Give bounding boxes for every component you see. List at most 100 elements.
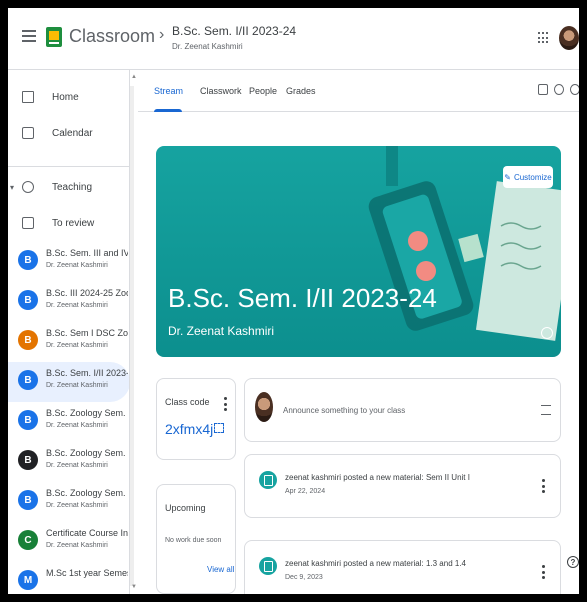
sidebar-class-item[interactable]: B B.Sc. Zoology Sem. I/II 202... Dr. Zeena… (8, 442, 129, 482)
upcoming-card: Upcoming No work due soon View all (156, 484, 236, 594)
sidebar-class-item[interactable]: B B.Sc. Zoology Sem. III/ IV 2... Dr. Zeen… (8, 402, 129, 442)
scroll-down-icon[interactable]: ▼ (131, 584, 137, 590)
chevron-down-icon[interactable]: ▾ (10, 183, 14, 192)
customize-label: Customize (513, 172, 552, 182)
top-bar: Classroom › B.Sc. Sem. I/II 2023-24 Dr. … (8, 8, 579, 70)
sidebar-item-label: To review (52, 217, 95, 229)
class-code-label: Class code (165, 397, 210, 407)
class-avatar-badge: B (18, 290, 38, 310)
sidebar-class-item[interactable]: C Certificate Course In Verm... Dr. Zeenat… (8, 522, 129, 562)
customize-button[interactable]: ✎ Customize (503, 166, 553, 188)
breadcrumb-separator: › (159, 26, 165, 43)
announce-placeholder[interactable]: Announce something to your class (283, 406, 405, 415)
review-folder-icon (22, 217, 34, 229)
sidebar-item-home[interactable]: Home (8, 86, 129, 108)
material-icon (259, 471, 277, 489)
main-menu-icon[interactable] (22, 30, 36, 42)
sidebar-scrollbar[interactable] (130, 86, 134, 586)
class-name: B.Sc. Sem I DSC Zoology P... (46, 328, 128, 338)
class-name: B.Sc. Sem. I/II 2023-24 (46, 368, 128, 378)
banner-class-title: B.Sc. Sem. I/II 2023-24 (168, 283, 437, 313)
class-name: B.Sc. Sem. III and IV 2024-... (46, 248, 128, 258)
sidebar-item-label: Calendar (52, 127, 93, 139)
tab-classwork[interactable]: Classwork (200, 86, 242, 96)
account-avatar[interactable] (559, 26, 579, 50)
announce-box[interactable]: Announce something to your class (244, 378, 561, 442)
class-name: Certificate Course In Verm... (46, 528, 128, 538)
classroom-logo-icon[interactable] (46, 27, 62, 47)
class-owner: Dr. Zeenat Kashmiri (46, 502, 108, 509)
tab-people[interactable]: People (249, 86, 277, 96)
settings-gear-icon[interactable] (570, 84, 579, 95)
sidebar-class-item[interactable]: B B.Sc. Sem. I/II 2023-24 Dr. Zeenat Kashm… (8, 362, 129, 402)
class-owner: Dr. Zeenat Kashmiri (46, 542, 108, 549)
sidebar-item-label: Teaching (52, 181, 93, 193)
main-content: Stream Classwork People Grades B.Sc. Sem… (138, 70, 579, 594)
info-icon[interactable] (541, 327, 553, 339)
class-avatar-badge: B (18, 250, 38, 270)
calendar-icon[interactable] (538, 84, 548, 95)
post-title: zeenat kashmiri posted a new material: S… (285, 473, 470, 482)
sidebar-class-item[interactable]: M M.Sc 1st year Semester III (8, 562, 129, 594)
help-icon[interactable]: ? (567, 556, 579, 568)
sidebar-divider (8, 166, 129, 167)
google-apps-icon[interactable] (538, 32, 550, 44)
breadcrumb-class-title[interactable]: B.Sc. Sem. I/II 2023-24 (172, 24, 296, 38)
avatar (255, 392, 273, 422)
class-owner: Dr. Zeenat Kashmiri (46, 342, 108, 349)
view-all-link[interactable]: View all (207, 565, 234, 574)
class-name: B.Sc. III 2024-25 Zoology (46, 288, 128, 298)
breadcrumb-class-owner: Dr. Zeenat Kashmiri (172, 42, 243, 51)
class-owner: Dr. Zeenat Kashmiri (46, 382, 108, 389)
class-avatar-badge: B (18, 330, 38, 350)
banner-class-owner: Dr. Zeenat Kashmiri (168, 324, 275, 338)
sidebar-item-calendar[interactable]: Calendar (8, 122, 129, 144)
sidebar-class-item[interactable]: B B.Sc. Sem. III and IV 2024-... Dr. Zeena… (8, 242, 129, 282)
active-tab-indicator (154, 109, 182, 112)
class-name: B.Sc. Zoology Sem. I/II 202... (46, 448, 128, 458)
class-owner: Dr. Zeenat Kashmiri (46, 422, 108, 429)
class-owner: Dr. Zeenat Kashmiri (46, 462, 108, 469)
people-icon (22, 181, 34, 193)
class-banner: B.Sc. Sem. I/II 2023-24 Dr. Zeenat Kashm… (156, 146, 561, 357)
class-avatar-badge: M (18, 570, 38, 590)
sidebar-item-label: Home (52, 91, 79, 103)
upcoming-empty-text: No work due soon (165, 537, 222, 544)
post-date: Apr 22, 2024 (285, 488, 326, 495)
sidebar-class-item[interactable]: B B.Sc. III 2024-25 Zoology Dr. Zeenat Kas… (8, 282, 129, 322)
class-name: B.Sc. Zoology Sem. III/ IV 2... (46, 408, 128, 418)
class-code-value[interactable]: 2xfmx4j (165, 421, 213, 437)
tab-stream[interactable]: Stream (154, 86, 183, 96)
more-options-icon[interactable] (541, 565, 545, 579)
pencil-icon: ✎ (504, 172, 511, 182)
more-options-icon[interactable] (223, 397, 227, 411)
sidebar-class-item[interactable]: B B.Sc. Zoology Sem. V/VI 20... Dr. Zeenat… (8, 482, 129, 522)
stream-post[interactable]: zeenat kashmiri posted a new material: S… (244, 454, 561, 518)
class-avatar-badge: B (18, 370, 38, 390)
drive-folder-icon[interactable] (554, 84, 564, 95)
sidebar: Home Calendar ▾ Teaching To review B B.Sc… (8, 70, 130, 594)
tab-grades[interactable]: Grades (286, 86, 316, 96)
classroom-window: Classroom › B.Sc. Sem. I/II 2023-24 Dr. … (8, 8, 579, 594)
class-avatar-badge: B (18, 450, 38, 470)
sidebar-item-teaching[interactable]: ▾ Teaching (8, 176, 129, 198)
calendar-icon (22, 127, 34, 139)
more-options-icon[interactable] (541, 479, 545, 493)
sidebar-item-to-review[interactable]: To review (8, 212, 129, 234)
fullscreen-icon[interactable] (214, 423, 224, 433)
upcoming-title: Upcoming (165, 503, 206, 513)
sidebar-class-item[interactable]: B B.Sc. Sem I DSC Zoology P... Dr. Zeenat … (8, 322, 129, 362)
class-avatar-badge: B (18, 410, 38, 430)
class-owner: Dr. Zeenat Kashmiri (46, 262, 108, 269)
material-icon (259, 557, 277, 575)
stream-post[interactable]: zeenat kashmiri posted a new material: 1… (244, 540, 561, 594)
app-title[interactable]: Classroom (69, 26, 155, 47)
scroll-up-icon[interactable]: ▲ (131, 74, 137, 80)
post-title: zeenat kashmiri posted a new material: 1… (285, 559, 466, 568)
class-name: M.Sc 1st year Semester III (46, 568, 128, 578)
class-avatar-badge: C (18, 530, 38, 550)
class-owner: Dr. Zeenat Kashmiri (46, 302, 108, 309)
class-code-card: Class code 2xfmx4j (156, 378, 236, 460)
class-name: B.Sc. Zoology Sem. V/VI 20... (46, 488, 128, 498)
repost-icon[interactable] (541, 405, 551, 415)
